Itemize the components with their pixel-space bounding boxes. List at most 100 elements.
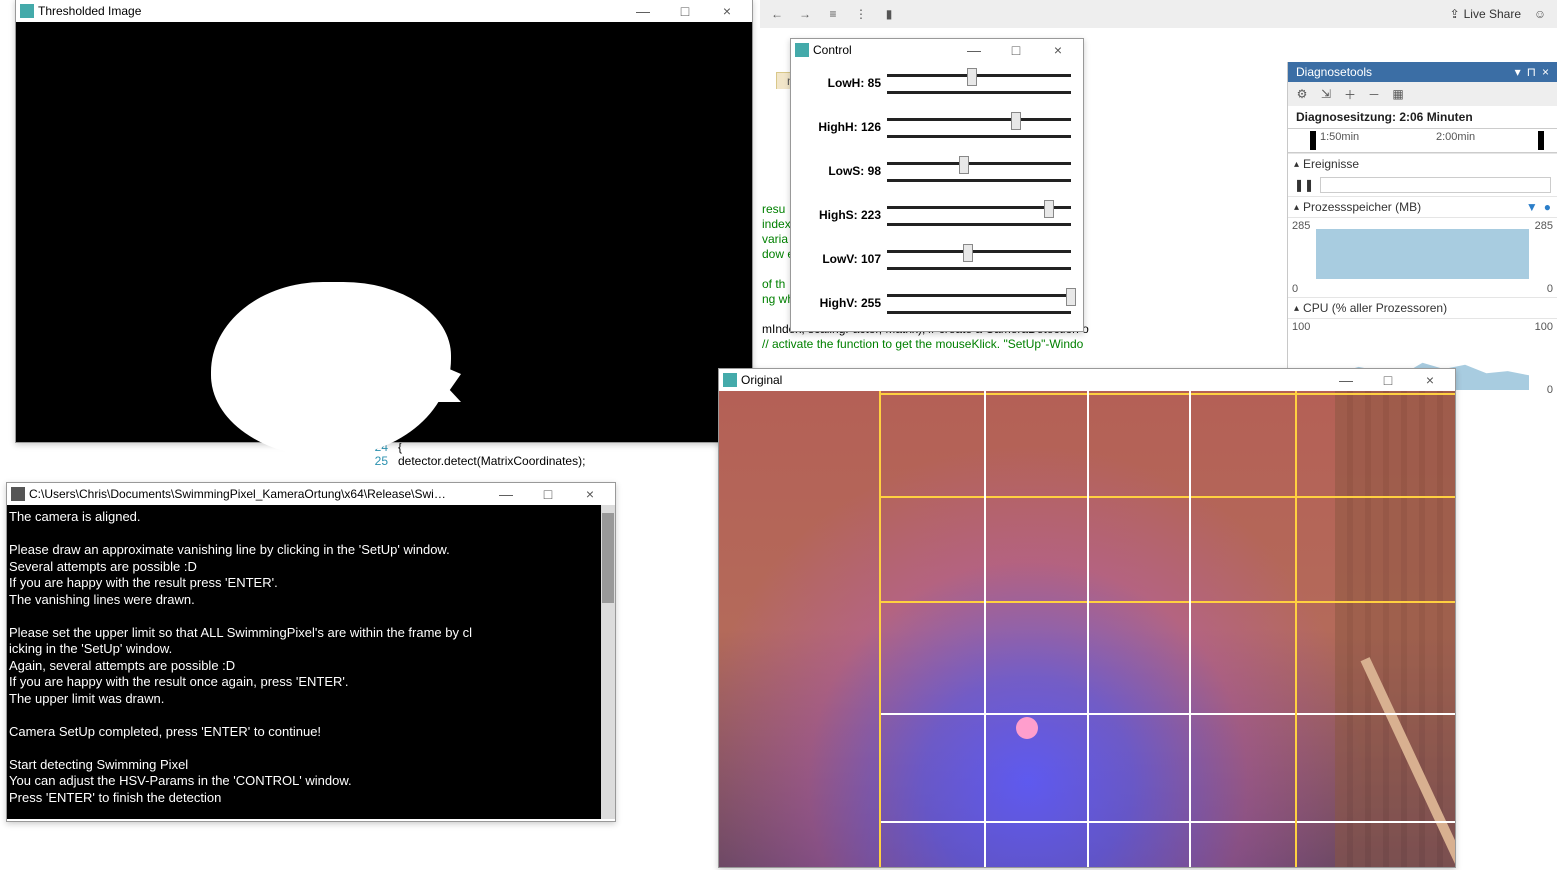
grid-line (879, 713, 1455, 715)
diagnostics-header[interactable]: Diagnosetools ▾ ⊓ × (1288, 62, 1557, 82)
comment-icon[interactable]: ⋮ (852, 5, 870, 23)
diagnostics-toolbar: ⚙ ⇲ ＋ － ▦ (1288, 82, 1557, 106)
gear-icon[interactable]: ⚙ (1294, 86, 1310, 102)
slider-thumb[interactable] (963, 244, 973, 262)
slider-thumb[interactable] (1066, 288, 1076, 306)
minimize-button[interactable]: — (953, 40, 995, 60)
slider-thumb[interactable] (1011, 112, 1021, 130)
chart-icon[interactable]: ▦ (1390, 86, 1406, 102)
timeline-tick: 1:50min (1320, 131, 1359, 143)
slider-track[interactable] (887, 160, 1071, 182)
grid-line (1087, 391, 1089, 867)
close-button[interactable]: × (1409, 370, 1451, 390)
arrow-left-icon[interactable]: ← (768, 5, 786, 23)
record-icon[interactable]: ● (1544, 200, 1551, 214)
diagnostics-title: Diagnosetools (1296, 65, 1372, 79)
slider-row: LowH: 85 (797, 69, 1071, 97)
slider-track[interactable] (887, 248, 1071, 270)
axis-label: 100 (1292, 321, 1310, 333)
maximize-button[interactable]: □ (527, 484, 569, 504)
indent-icon[interactable]: ≡ (824, 5, 842, 23)
thresholded-image-window: Thresholded Image — □ × (15, 0, 753, 443)
scrollbar-thumb[interactable] (602, 513, 614, 603)
grid-overlay (719, 391, 1455, 867)
memory-chart: 285 285 0 0 (1288, 217, 1557, 297)
console-output[interactable]: The camera is aligned. Please draw an ap… (7, 505, 615, 819)
grid-line (879, 393, 1455, 395)
titlebar[interactable]: Control — □ × (791, 39, 1083, 61)
zoom-in-icon[interactable]: ＋ (1342, 86, 1358, 102)
slider-thumb[interactable] (959, 156, 969, 174)
close-button[interactable]: × (706, 1, 748, 21)
grid-line (1295, 391, 1297, 867)
slider-row: HighV: 255 (797, 289, 1071, 317)
maximize-button[interactable]: □ (995, 40, 1037, 60)
zoom-out-icon[interactable]: － (1366, 86, 1382, 102)
code-line: of th (762, 277, 785, 291)
titlebar[interactable]: C:\Users\Chris\Documents\SwimmingPixel_K… (7, 483, 615, 505)
threshold-blob (211, 282, 451, 457)
diagnostics-timeline[interactable]: 1:50min 2:00min (1288, 129, 1557, 153)
pin-icon[interactable]: ⊓ (1527, 65, 1536, 79)
grid-line (879, 821, 1455, 823)
bookmark-icon[interactable]: ▮ (880, 5, 898, 23)
detected-pixel-marker (1016, 717, 1038, 739)
app-icon (723, 373, 737, 387)
slider-label: LowV: 107 (797, 252, 887, 266)
axis-label: 285 (1535, 220, 1553, 232)
axis-label: 0 (1547, 283, 1553, 295)
live-share-button[interactable]: ⇪ Live Share (1450, 7, 1521, 21)
slider-track[interactable] (887, 292, 1071, 314)
app-icon (20, 4, 34, 18)
titlebar[interactable]: Original — □ × (719, 369, 1455, 391)
scrollbar[interactable] (601, 505, 615, 819)
axis-label: 0 (1547, 384, 1553, 396)
dropdown-icon[interactable]: ▾ (1515, 65, 1521, 79)
minimize-button[interactable]: — (1325, 370, 1367, 390)
pause-icon[interactable]: ❚❚ (1294, 178, 1314, 192)
diagnostics-session-label: Diagnosesitzung: 2:06 Minuten (1288, 106, 1557, 129)
slider-row: LowV: 107 (797, 245, 1071, 273)
axis-label: 0 (1292, 283, 1298, 295)
timeline-marker[interactable] (1538, 131, 1544, 150)
user-icon[interactable]: ☺ (1531, 5, 1549, 23)
titlebar[interactable]: Thresholded Image — □ × (16, 0, 752, 22)
slider-track[interactable] (887, 116, 1071, 138)
grid-line (879, 601, 1455, 603)
original-image-window: Original — □ × (718, 368, 1456, 868)
events-header[interactable]: Ereignisse (1288, 153, 1557, 174)
code-line: varia (762, 232, 788, 246)
line-number: 25 (350, 454, 398, 468)
maximize-button[interactable]: □ (1367, 370, 1409, 390)
grid-line (879, 496, 1455, 498)
slider-label: HighS: 223 (797, 208, 887, 222)
cpu-header[interactable]: CPU (% aller Prozessoren) (1288, 297, 1557, 318)
window-title: Original (741, 373, 782, 387)
slider-track[interactable] (887, 72, 1071, 94)
timeline-marker[interactable] (1310, 131, 1316, 150)
slider-thumb[interactable] (1044, 200, 1054, 218)
code-line: resu (762, 202, 785, 216)
console-text: The camera is aligned. Please draw an ap… (9, 509, 472, 805)
control-body: LowH: 85 HighH: 126 LowS: 98 HighS: 223 LowV… (791, 61, 1083, 345)
snapshot-icon[interactable]: ▼ (1526, 200, 1538, 214)
slider-row: HighH: 126 (797, 113, 1071, 141)
grid-line (1189, 391, 1191, 867)
minimize-button[interactable]: — (485, 484, 527, 504)
window-title: C:\Users\Chris\Documents\SwimmingPixel_K… (29, 487, 449, 501)
slider-thumb[interactable] (967, 68, 977, 86)
slider-label: LowS: 98 (797, 164, 887, 178)
grid-line (984, 391, 986, 867)
minimize-button[interactable]: — (622, 1, 664, 21)
timeline-tick: 2:00min (1436, 131, 1475, 143)
export-icon[interactable]: ⇲ (1318, 86, 1334, 102)
slider-row: HighS: 223 (797, 201, 1071, 229)
maximize-button[interactable]: □ (664, 1, 706, 21)
close-button[interactable]: × (1037, 40, 1079, 60)
memory-header[interactable]: Prozessspeicher (MB) ▼ ● (1288, 196, 1557, 217)
close-icon[interactable]: × (1542, 65, 1549, 79)
slider-track[interactable] (887, 204, 1071, 226)
close-button[interactable]: × (569, 484, 611, 504)
original-image-canvas (719, 391, 1455, 867)
arrow-right-icon[interactable]: → (796, 5, 814, 23)
